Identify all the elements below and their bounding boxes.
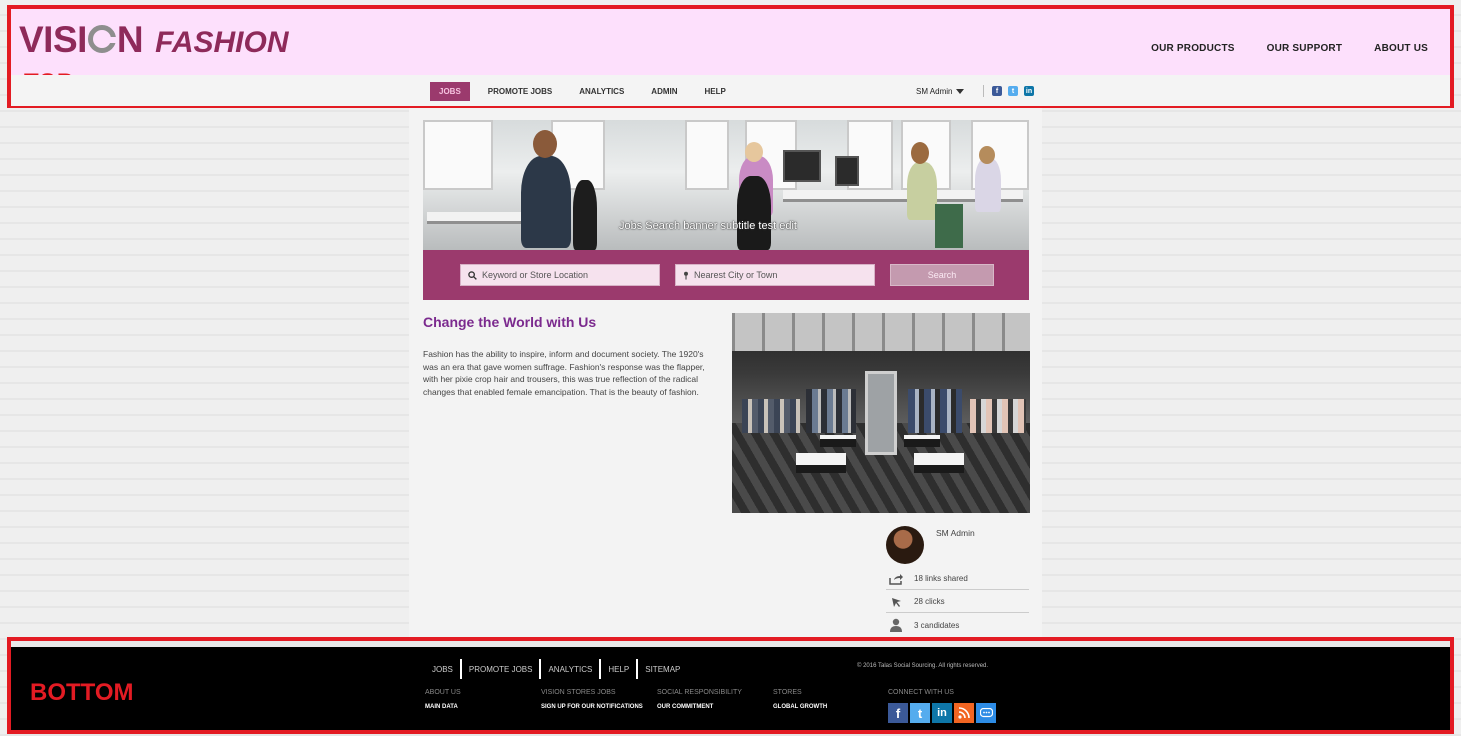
nav-our-support[interactable]: OUR SUPPORT — [1267, 43, 1343, 54]
clothing-rack — [742, 399, 800, 433]
clothing-rack — [908, 389, 962, 433]
search-icon — [468, 270, 477, 280]
footer-nav: JOBS PROMOTE JOBS ANALYTICS HELP SITEMAP — [425, 659, 687, 679]
search-bar: Keyword or Store Location Nearest City o… — [423, 250, 1029, 300]
footer-divider — [11, 641, 1450, 647]
footer-link-main-data[interactable]: MAIN DATA — [425, 704, 461, 710]
secondary-navigation: JOBS PROMOTE JOBS ANALYTICS ADMIN HELP S… — [11, 75, 1450, 106]
ceiling — [732, 313, 1030, 351]
stat-links-shared: 18 links shared — [886, 568, 1029, 590]
city-placeholder: Nearest City or Town — [694, 270, 778, 280]
facebook-icon[interactable]: f — [992, 86, 1002, 96]
clothing-rack — [806, 389, 856, 433]
chat-icon[interactable] — [976, 703, 996, 723]
bottom-region-label: BOTTOM — [30, 679, 134, 706]
hero-banner: Jobs Search banner subtitle test edit — [423, 120, 1029, 250]
stat-clicks: 28 clicks — [886, 591, 1029, 613]
admin-name: SM Admin — [916, 87, 953, 96]
mirror — [865, 371, 897, 455]
footer-column-social-responsibility: SOCIAL RESPONSIBILITY OUR COMMITMENT — [657, 689, 742, 710]
office-chair — [573, 180, 597, 250]
footer-link-global-growth[interactable]: GLOBAL GROWTH — [773, 704, 827, 710]
footer-column-about: ABOUT US MAIN DATA — [425, 689, 461, 710]
monitor — [783, 150, 821, 182]
office-chair — [737, 176, 771, 250]
display-bench — [820, 435, 856, 447]
copyright-text: © 2016 Talas Social Sourcing. All rights… — [857, 663, 989, 669]
city-search-input[interactable]: Nearest City or Town — [675, 264, 875, 286]
twitter-icon[interactable]: t — [1008, 86, 1018, 96]
rss-icon[interactable] — [954, 703, 974, 723]
person-head — [745, 142, 763, 162]
footer-link-sitemap[interactable]: SITEMAP — [638, 665, 687, 674]
clothing-rack — [970, 399, 1026, 433]
footer-link-jobs[interactable]: JOBS — [425, 665, 460, 674]
footer-link-our-commitment[interactable]: OUR COMMITMENT — [657, 704, 742, 710]
footer-column-stores: STORES GLOBAL GROWTH — [773, 689, 828, 710]
footer-link-help[interactable]: HELP — [601, 665, 636, 674]
article-body: Fashion has the ability to inspire, info… — [423, 349, 705, 397]
logo-o-mark-icon — [87, 25, 116, 53]
person — [975, 158, 1001, 212]
footer-link-sign-up[interactable]: SIGN UP FOR OUR NOTIFICATIONS — [541, 704, 643, 710]
person — [521, 156, 571, 248]
office-window — [685, 120, 729, 190]
footer-column-connect: CONNECT WITH US — [888, 689, 954, 696]
section-title: Change the World with Us — [423, 314, 597, 330]
footer-social-links: f t in — [888, 703, 996, 723]
display-bench — [904, 435, 940, 447]
keyword-placeholder: Keyword or Store Location — [482, 270, 589, 280]
stat-candidates: 3 candidates — [886, 614, 1029, 636]
header-region: VISIN FASHION TOP OUR PRODUCTS OUR SUPPO… — [7, 5, 1454, 108]
person-head — [533, 130, 557, 158]
tab-admin[interactable]: ADMIN — [642, 82, 686, 101]
header-social-links: f t in — [983, 85, 1034, 97]
office-window — [423, 120, 493, 190]
linkedin-icon[interactable]: in — [1024, 86, 1034, 96]
nav-our-products[interactable]: OUR PRODUCTS — [1151, 43, 1235, 54]
facebook-icon[interactable]: f — [888, 703, 908, 723]
main-content: Jobs Search banner subtitle test edit Ke… — [409, 108, 1042, 638]
store-interior-image — [732, 313, 1030, 513]
share-icon — [888, 572, 904, 586]
avatar[interactable] — [886, 526, 924, 564]
footer-column-vision-stores-jobs: VISION STORES JOBS SIGN UP FOR OUR NOTIF… — [541, 689, 643, 710]
cursor-click-icon — [888, 595, 904, 609]
divider — [983, 85, 984, 97]
logo-text: VISI N — [19, 19, 144, 60]
admin-dropdown[interactable]: SM Admin — [916, 87, 965, 96]
tab-analytics[interactable]: ANALYTICS — [570, 82, 633, 101]
tab-help[interactable]: HELP — [696, 82, 735, 101]
binders — [935, 204, 963, 248]
top-navigation: OUR PRODUCTS OUR SUPPORT ABOUT US — [1151, 43, 1428, 54]
footer-link-analytics[interactable]: ANALYTICS — [541, 665, 599, 674]
location-pin-icon — [684, 271, 688, 280]
profile-name: SM Admin — [936, 528, 975, 538]
display-bench — [914, 453, 964, 473]
footer-region: BOTTOM JOBS PROMOTE JOBS ANALYTICS HELP … — [7, 637, 1454, 734]
brand-logo[interactable]: VISI N FASHION — [19, 19, 289, 61]
twitter-icon[interactable]: t — [910, 703, 930, 723]
tab-jobs[interactable]: JOBS — [430, 82, 470, 101]
tab-promote-jobs[interactable]: PROMOTE JOBS — [479, 82, 561, 101]
user-icon — [888, 618, 904, 632]
person-head — [979, 146, 995, 164]
person-head — [911, 142, 929, 164]
chevron-down-icon — [956, 89, 965, 94]
monitor — [835, 156, 859, 186]
nav-about-us[interactable]: ABOUT US — [1374, 43, 1428, 54]
keyword-search-input[interactable]: Keyword or Store Location — [460, 264, 660, 286]
sub-nav-menu: JOBS PROMOTE JOBS ANALYTICS ADMIN HELP — [430, 82, 744, 101]
person — [907, 162, 937, 220]
search-button[interactable]: Search — [890, 264, 994, 286]
linkedin-icon[interactable]: in — [932, 703, 952, 723]
hero-subtitle: Jobs Search banner subtitle test edit — [619, 220, 797, 232]
footer-link-promote-jobs[interactable]: PROMOTE JOBS — [462, 665, 540, 674]
display-bench — [796, 453, 846, 473]
logo-fashion-text: FASHION — [155, 26, 289, 59]
